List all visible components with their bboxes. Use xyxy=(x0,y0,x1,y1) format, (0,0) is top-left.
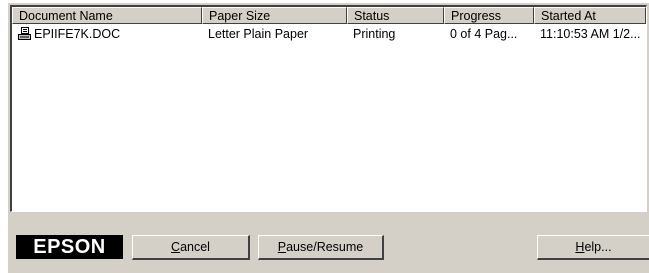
column-header-status[interactable]: Status xyxy=(347,7,444,24)
pause-mnemonic: P xyxy=(277,240,287,254)
printer-document-icon xyxy=(18,27,31,40)
pause-resume-button[interactable]: Pause/Resume xyxy=(258,235,384,260)
epson-logo: EPSON xyxy=(16,235,123,259)
cell-started-at: 11:10:53 AM 1/2... xyxy=(540,27,641,41)
column-header-started-at[interactable]: Started At xyxy=(534,7,646,24)
help-button[interactable]: Help... xyxy=(537,235,649,260)
column-header-paper-size[interactable]: Paper Size xyxy=(202,7,347,24)
cancel-button[interactable]: Cancel xyxy=(132,235,250,260)
cell-progress: 0 of 4 Pag... xyxy=(450,27,518,41)
cell-paper-size: Letter Plain Paper xyxy=(208,27,309,41)
print-status-window: Document Name Paper Size Status Progress… xyxy=(8,3,649,273)
cancel-label: ancel xyxy=(180,240,210,254)
pause-resume-label: ause/Resume xyxy=(286,240,364,254)
cell-document-name: EPIIFE7K.DOC xyxy=(12,26,202,44)
print-queue-list[interactable]: Document Name Paper Size Status Progress… xyxy=(10,5,647,212)
cancel-mnemonic: C xyxy=(171,240,181,254)
document-name-text: EPIIFE7K.DOC xyxy=(34,27,121,41)
column-header-progress[interactable]: Progress xyxy=(444,7,534,24)
list-header: Document Name Paper Size Status Progress… xyxy=(12,7,646,24)
button-bar: EPSON Cancel Pause/Resume Help... xyxy=(10,225,649,265)
column-header-document-name[interactable]: Document Name xyxy=(12,7,202,24)
help-label: elp... xyxy=(584,240,612,254)
table-row[interactable]: EPIIFE7K.DOC Letter Plain Paper Printing… xyxy=(12,26,646,44)
cell-status: Printing xyxy=(353,27,396,41)
